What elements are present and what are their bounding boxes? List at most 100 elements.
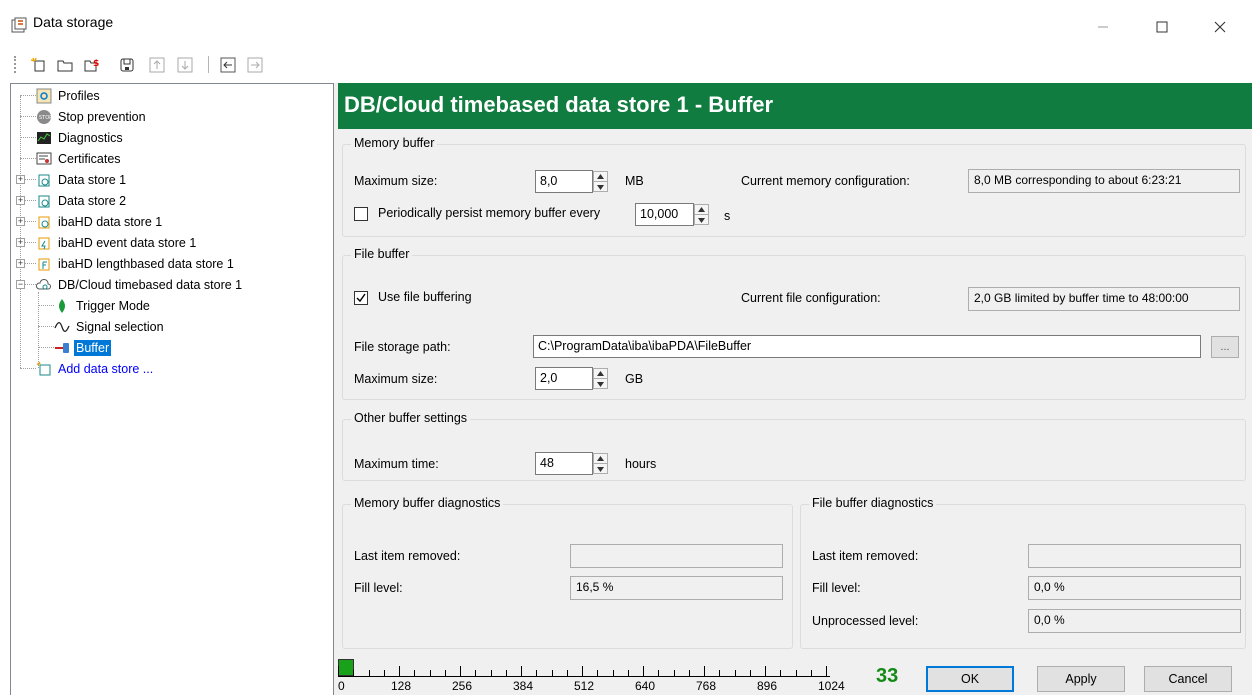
- spin-down-icon[interactable]: [695, 215, 708, 225]
- ruler-tick: [688, 670, 690, 676]
- expand-ibahd-lengthbased-data-store-1[interactable]: +: [16, 259, 25, 268]
- expand-right-icon[interactable]: [245, 55, 265, 75]
- apply-button[interactable]: Apply: [1037, 666, 1125, 692]
- memory-max-size-stepper[interactable]: 8,0: [535, 170, 609, 193]
- ruler-tick: [810, 670, 812, 676]
- tree-item-data-store-2[interactable]: Data store 2: [36, 190, 128, 211]
- spin-down-icon[interactable]: [594, 379, 607, 389]
- file-max-size-spin-arrows[interactable]: [593, 368, 608, 389]
- tree-item-stop-prevention[interactable]: STOP Stop prevention: [36, 106, 148, 127]
- data-store-icon: [36, 172, 52, 188]
- move-up-icon[interactable]: [147, 55, 167, 75]
- ruler-tick: [414, 670, 416, 676]
- memory-last-item-removed-value: [570, 544, 783, 568]
- collapse-left-icon[interactable]: [218, 55, 238, 75]
- ruler-label: 896: [757, 679, 778, 693]
- spin-up-icon[interactable]: [594, 172, 607, 182]
- ruler-label: 384: [513, 679, 534, 693]
- tree-item-add-data-store[interactable]: Add data store ...: [36, 358, 155, 379]
- expand-data-store-1[interactable]: +: [16, 175, 25, 184]
- file-max-size-label: Maximum size:: [354, 372, 438, 386]
- move-down-icon[interactable]: [175, 55, 195, 75]
- tree-item-cloud-data-store-1[interactable]: DB/Cloud timebased data store 1: [36, 274, 244, 295]
- other-buffer-settings-title: Other buffer settings: [351, 411, 471, 425]
- browse-button[interactable]: ...: [1211, 336, 1239, 358]
- persist-interval-value[interactable]: 10,000: [635, 203, 694, 226]
- memory-fill-level-label: Fill level:: [354, 581, 403, 595]
- ruler-tick: [826, 666, 827, 676]
- cancel-button[interactable]: Cancel: [1144, 666, 1232, 692]
- memory-max-size-value[interactable]: 8,0: [535, 170, 593, 193]
- stop-icon: STOP: [36, 109, 52, 125]
- ruler-tick: [704, 666, 705, 676]
- persist-interval-spin-arrows[interactable]: [694, 204, 709, 225]
- file-buffer-title: File buffer: [351, 247, 413, 261]
- file-max-size-unit: GB: [625, 372, 644, 386]
- file-storage-path-label: File storage path:: [354, 340, 451, 354]
- persist-interval-stepper[interactable]: 10,000: [635, 203, 712, 226]
- data-store-settings-icon[interactable]: $: [82, 55, 102, 75]
- tree-item-certificates[interactable]: Certificates: [36, 148, 123, 169]
- memory-max-size-label: Maximum size:: [354, 174, 438, 188]
- collapse-cloud-data-store-1[interactable]: −: [16, 280, 25, 289]
- file-fill-level-value: 0,0 %: [1028, 576, 1241, 600]
- toolbar-grip[interactable]: [14, 56, 16, 73]
- ruler-tick: [444, 670, 446, 676]
- ruler-label: 512: [574, 679, 595, 693]
- window-title: Data storage: [33, 14, 114, 30]
- expand-data-store-2[interactable]: +: [16, 196, 25, 205]
- tree-item-data-store-1[interactable]: Data store 1: [36, 169, 128, 190]
- max-time-stepper[interactable]: 48: [535, 452, 609, 475]
- spin-down-icon[interactable]: [594, 464, 607, 474]
- tree-item-ibahd-data-store-1[interactable]: ibaHD data store 1: [36, 211, 164, 232]
- current-memory-config-value: 8,0 MB corresponding to about 6:23:21: [968, 169, 1240, 193]
- file-unprocessed-level-value: 0,0 %: [1028, 609, 1241, 633]
- memory-max-size-spin-arrows[interactable]: [593, 171, 608, 192]
- open-folder-icon[interactable]: [55, 55, 75, 75]
- expand-ibahd-data-store-1[interactable]: +: [16, 217, 25, 226]
- spin-up-icon[interactable]: [594, 454, 607, 464]
- memory-last-item-removed-label: Last item removed:: [354, 549, 461, 563]
- persist-memory-buffer-checkbox[interactable]: [354, 207, 368, 221]
- ruler-tick: [658, 670, 660, 676]
- ruler-tick: [673, 670, 675, 676]
- profiles-icon: [36, 88, 52, 104]
- max-time-unit: hours: [625, 457, 657, 471]
- memory-max-size-unit: MB: [625, 174, 644, 188]
- persist-interval-unit: s: [724, 209, 731, 223]
- tree-item-ibahd-event-data-store-1[interactable]: ibaHD event data store 1: [36, 232, 198, 253]
- certificate-icon: [36, 151, 52, 167]
- signal-icon: [54, 319, 70, 335]
- tree-item-signal-selection[interactable]: Signal selection: [54, 316, 166, 337]
- spin-up-icon[interactable]: [594, 369, 607, 379]
- file-max-size-value[interactable]: 2,0: [535, 367, 593, 390]
- ruler-label: 256: [452, 679, 473, 693]
- tree-item-ibahd-lengthbased-data-store-1[interactable]: ibaHD lengthbased data store 1: [36, 253, 236, 274]
- ok-button[interactable]: OK: [926, 666, 1014, 692]
- tree-item-trigger-mode[interactable]: Trigger Mode: [54, 295, 152, 316]
- close-button[interactable]: [1205, 12, 1235, 42]
- maximize-button[interactable]: [1147, 12, 1177, 42]
- spin-down-icon[interactable]: [594, 182, 607, 192]
- file-max-size-stepper[interactable]: 2,0: [535, 367, 609, 390]
- minimize-button[interactable]: [1088, 12, 1118, 42]
- use-file-buffering-checkbox[interactable]: [354, 291, 368, 305]
- persist-memory-buffer-label: Periodically persist memory buffer every: [378, 206, 601, 220]
- spin-up-icon[interactable]: [695, 205, 708, 215]
- save-icon[interactable]: [117, 55, 137, 75]
- current-memory-config-label: Current memory configuration:: [741, 174, 910, 188]
- buffer-settings-panel: DB/Cloud timebased data store 1 - Buffer…: [338, 83, 1252, 695]
- max-time-value[interactable]: 48: [535, 452, 593, 475]
- memory-buffer-title: Memory buffer: [351, 136, 438, 150]
- expand-ibahd-event-data-store-1[interactable]: +: [16, 238, 25, 247]
- status-counter: 33: [876, 665, 899, 687]
- current-file-config-label: Current file configuration:: [741, 291, 881, 305]
- tree-item-profiles[interactable]: Profiles: [36, 85, 102, 106]
- tree-item-diagnostics[interactable]: Diagnostics: [36, 127, 125, 148]
- tree-item-buffer[interactable]: Buffer: [54, 337, 112, 358]
- file-storage-path-input[interactable]: C:\ProgramData\iba\ibaPDA\FileBuffer: [533, 335, 1201, 358]
- file-last-item-removed-value: [1028, 544, 1241, 568]
- max-time-spin-arrows[interactable]: [593, 453, 608, 474]
- new-data-store-icon[interactable]: [28, 55, 48, 75]
- page-title: DB/Cloud timebased data store 1 - Buffer: [344, 92, 774, 117]
